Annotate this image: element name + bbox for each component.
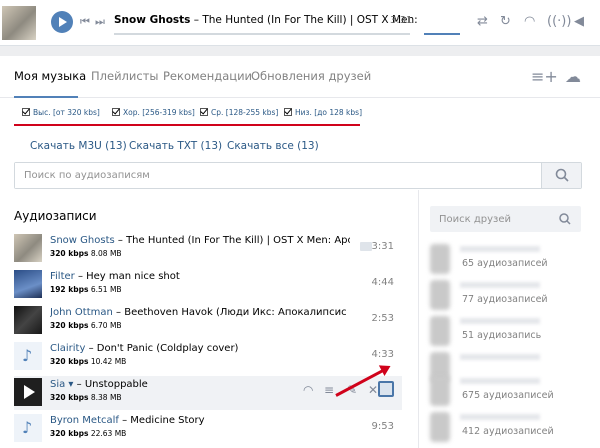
track-title: Snow Ghosts – The Hunted (In For The Kil… [50, 235, 350, 246]
download-icon[interactable] [378, 381, 394, 397]
volume-icon[interactable]: ◀ [574, 14, 584, 29]
audio-search-button[interactable] [541, 163, 581, 188]
prev-icon[interactable]: ⏮ [80, 15, 90, 29]
friend-item[interactable]: 51 аудиозапись [430, 314, 580, 348]
player-volume-bar[interactable] [424, 33, 460, 35]
track-meta: 320 kbps 8.08 MB [50, 249, 122, 258]
broadcast-icon[interactable]: ((·)) [547, 14, 571, 29]
track-duration: 2:53 [371, 313, 394, 324]
track-meta: 192 kbps 6.51 MB [50, 285, 122, 294]
friends-search [430, 206, 581, 232]
friend-audio-count: 675 аудиозаписей [462, 390, 554, 401]
track-cover [14, 234, 42, 262]
tabs-bar: Моя музыка Плейлисты Рекомендации Обновл… [0, 56, 600, 98]
track-title: Clairity – Don't Panic (Coldplay cover) [50, 343, 239, 354]
tab-my-music[interactable]: Моя музыка [14, 69, 86, 83]
highlight-underline [14, 124, 360, 126]
tab-friends-updates[interactable]: Обновления друзей [251, 69, 371, 83]
friend-avatar [430, 316, 450, 346]
friend-item[interactable]: 65 аудиозаписей [430, 242, 580, 276]
friend-audio-count: 412 аудиозаписей [462, 426, 554, 437]
friend-avatar [430, 376, 450, 406]
friend-name [460, 282, 540, 288]
track-row[interactable]: John Ottman – Beethoven Havok (Люди Икс:… [14, 304, 402, 338]
audio-player: ⏮ ⏭ Snow Ghosts – The Hunted (In For The… [0, 0, 600, 46]
headphones-icon[interactable]: ◠ [303, 383, 313, 397]
music-note-icon [14, 414, 42, 442]
add-playlist-icon[interactable]: ≡+ [531, 67, 558, 86]
friend-name [460, 414, 540, 420]
track-badge-icon [360, 242, 372, 251]
search-icon [555, 168, 569, 182]
friend-avatar [430, 412, 450, 442]
friend-audio-count: 51 аудиозапись [462, 330, 542, 341]
download-txt-link[interactable]: Скачать TXT (13) [129, 140, 222, 152]
friend-audio-count: 77 аудиозаписей [462, 294, 548, 305]
track-duration: 4:33 [371, 349, 394, 360]
play-icon[interactable] [14, 378, 42, 406]
track-title: John Ottman – Beethoven Havok (Люди Икс:… [50, 307, 350, 318]
player-track-title: Snow Ghosts – The Hunted (In For The Kil… [114, 14, 418, 26]
headphones-icon[interactable]: ◠ [524, 14, 535, 29]
friend-item[interactable]: 675 аудиозаписей [430, 374, 580, 408]
track-meta: 320 kbps 8.38 MB [50, 393, 122, 402]
friend-item[interactable]: 412 аудиозаписей [430, 410, 580, 444]
track-cover [14, 306, 42, 334]
quality-low-checkbox[interactable]: Низ. [до 128 kbs] [284, 108, 362, 117]
play-button[interactable] [51, 11, 73, 33]
track-meta: 320 kbps 22.63 MB [50, 429, 127, 438]
active-tab-underline [14, 96, 78, 98]
friend-name [460, 318, 540, 324]
track-title: Filter – Hey man nice shot [50, 271, 180, 282]
track-row[interactable]: Clairity – Don't Panic (Coldplay cover) … [14, 340, 402, 374]
player-progress-bar[interactable] [114, 33, 410, 35]
friend-name [460, 354, 540, 360]
track-duration: 9:53 [371, 421, 394, 432]
friend-name [460, 246, 540, 252]
delete-icon[interactable]: ✕ [368, 383, 378, 397]
next-icon[interactable]: ⏭ [95, 15, 105, 29]
track-row[interactable]: Snow Ghosts – The Hunted (In For The Kil… [14, 232, 402, 266]
friend-audio-count: 65 аудиозаписей [462, 258, 548, 269]
column-divider [418, 190, 419, 448]
track-row[interactable]: Byron Metcalf – Medicine Story 320 kbps … [14, 412, 402, 446]
quality-good-checkbox[interactable]: Хор. [256-319 kbs] [112, 108, 195, 117]
tab-recommendations[interactable]: Рекомендации [163, 69, 252, 83]
search-icon[interactable] [553, 206, 577, 232]
player-time: 3:31 [390, 15, 413, 26]
quality-high-checkbox[interactable]: Выс. [от 320 kbs] [22, 108, 100, 117]
download-m3u-link[interactable]: Скачать M3U (13) [30, 140, 127, 152]
track-cover [14, 270, 42, 298]
music-card: Моя музыка Плейлисты Рекомендации Обновл… [0, 56, 600, 448]
friend-name [460, 378, 540, 384]
shuffle-icon[interactable]: ⇄ [477, 14, 488, 29]
tab-playlists[interactable]: Плейлисты [91, 69, 158, 83]
player-cover [2, 6, 36, 40]
repeat-icon[interactable]: ↻ [500, 14, 511, 29]
download-all-link[interactable]: Скачать все (13) [227, 140, 319, 152]
friends-search-input[interactable] [430, 206, 555, 232]
audio-search-input[interactable] [15, 163, 541, 188]
music-note-icon [14, 342, 42, 370]
track-cover [14, 378, 42, 406]
friend-item[interactable]: 77 аудиозаписей [430, 278, 580, 312]
track-title: Byron Metcalf – Medicine Story [50, 415, 205, 426]
track-row[interactable]: Filter – Hey man nice shot 192 kbps 6.51… [14, 268, 402, 302]
quality-medium-checkbox[interactable]: Ср. [128-255 kbs] [200, 108, 278, 117]
friend-avatar [430, 280, 450, 310]
friend-avatar [430, 244, 450, 274]
track-meta: 320 kbps 6.70 MB [50, 321, 122, 330]
audio-search [14, 162, 582, 189]
add-to-playlist-icon[interactable]: ≡ [324, 383, 334, 397]
section-title: Аудиозаписи [14, 209, 97, 223]
track-duration: 3:31 [371, 241, 394, 252]
track-duration: 4:44 [371, 277, 394, 288]
upload-icon[interactable]: ☁ [565, 67, 581, 86]
track-meta: 320 kbps 10.42 MB [50, 357, 127, 366]
